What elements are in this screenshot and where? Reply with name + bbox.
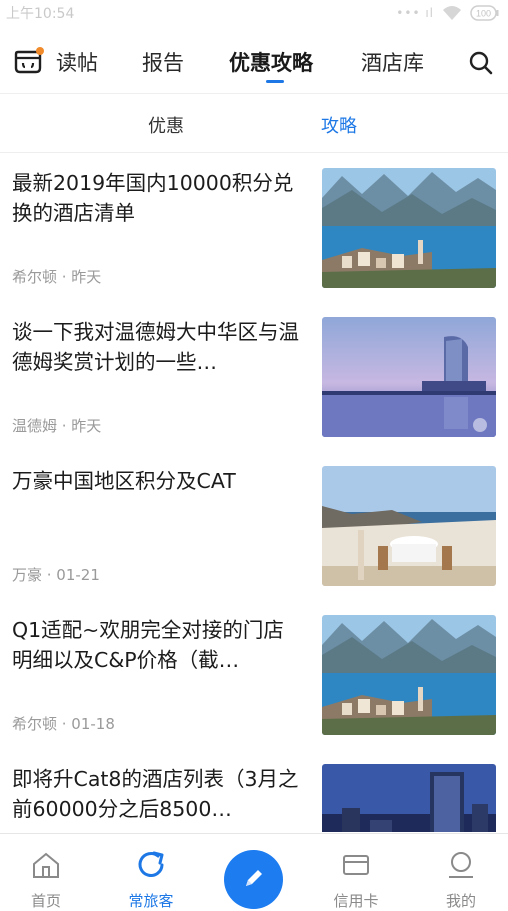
nav-tab-report[interactable]: 报告 xyxy=(142,48,184,78)
article-item[interactable]: 万豪中国地区积分及CAT 万豪 · 01-21 xyxy=(0,452,508,601)
signal-icon: ••• ıl xyxy=(396,6,434,20)
article-item[interactable]: Q1适配~欢朋完全对接的门店明细以及C&P价格（截… 希尔顿 · 01-18 xyxy=(0,601,508,750)
article-title: 万豪中国地区积分及CAT xyxy=(12,469,236,493)
article-thumbnail xyxy=(322,317,496,437)
status-bar: 上午10:54 ••• ıl 100 xyxy=(0,0,508,26)
article-meta: 万豪 · 01-21 xyxy=(12,566,100,584)
article-title: Q1适配~欢朋完全对接的门店明细以及C&P价格（截… xyxy=(12,618,284,672)
status-time: 上午10:54 xyxy=(6,6,75,22)
bottom-tab-label: 常旅客 xyxy=(128,892,174,910)
top-nav: 读帖 报告 优惠攻略 酒店库 xyxy=(0,36,508,94)
search-icon[interactable] xyxy=(468,50,494,76)
article-meta: 温德姆 · 昨天 xyxy=(12,417,102,435)
article-item[interactable]: 最新2019年国内10000积分兑换的酒店清单 希尔顿 · 昨天 xyxy=(0,154,508,303)
article-thumbnail xyxy=(322,168,496,288)
bottom-tab-me[interactable]: 我的 xyxy=(415,834,505,911)
bottom-tab-home[interactable]: 首页 xyxy=(0,834,90,911)
home-icon xyxy=(31,850,61,880)
nav-tab-hotels[interactable]: 酒店库 xyxy=(361,48,424,78)
article-title: 最新2019年国内10000积分兑换的酒店清单 xyxy=(12,171,294,225)
article-item[interactable]: 谈一下我对温德姆大中华区与温德姆奖赏计划的一些… 温德姆 · 昨天 xyxy=(0,303,508,452)
compose-button[interactable] xyxy=(224,850,283,909)
article-item[interactable]: 即将升Cat8的酒店列表（3月之前60000分之后8500… xyxy=(0,750,508,832)
bottom-tab-label: 我的 xyxy=(445,892,476,910)
app-logo-icon[interactable] xyxy=(12,46,44,78)
bottom-tab-label: 首页 xyxy=(30,892,61,910)
bottom-nav: 首页 常旅客 信用卡 我的 xyxy=(0,833,508,911)
article-thumbnail xyxy=(322,466,496,586)
battery-level: 100 xyxy=(476,9,491,19)
wifi-icon xyxy=(442,5,462,21)
article-meta: 希尔顿 · 昨天 xyxy=(12,268,102,286)
article-title: 即将升Cat8的酒店列表（3月之前60000分之后8500… xyxy=(12,767,299,821)
article-thumbnail xyxy=(322,764,496,832)
bottom-tab-credit-card[interactable]: 信用卡 xyxy=(310,834,400,911)
user-icon xyxy=(446,850,476,880)
bottom-tab-label: 信用卡 xyxy=(333,892,379,910)
active-tab-indicator xyxy=(266,80,284,83)
article-thumbnail xyxy=(322,615,496,735)
nav-tab-deals[interactable]: 优惠攻略 xyxy=(229,48,313,78)
refresh-icon xyxy=(136,850,166,880)
sub-tabs: 优惠 攻略 xyxy=(0,95,508,153)
bottom-tab-frequent-traveler[interactable]: 常旅客 xyxy=(105,834,195,911)
battery-icon: 100 xyxy=(470,5,500,21)
sub-tab-offers[interactable]: 优惠 xyxy=(148,112,184,138)
article-list: 最新2019年国内10000积分兑换的酒店清单 希尔顿 · 昨天 谈一下我对温德… xyxy=(0,154,508,832)
nav-tab-read[interactable]: 读帖 xyxy=(56,48,98,78)
article-meta: 希尔顿 · 01-18 xyxy=(12,715,115,733)
pencil-icon xyxy=(241,865,267,895)
sub-tab-guides[interactable]: 攻略 xyxy=(321,112,357,138)
status-icons: ••• ıl 100 xyxy=(396,5,500,21)
article-title: 谈一下我对温德姆大中华区与温德姆奖赏计划的一些… xyxy=(12,320,299,374)
card-icon xyxy=(341,850,371,880)
